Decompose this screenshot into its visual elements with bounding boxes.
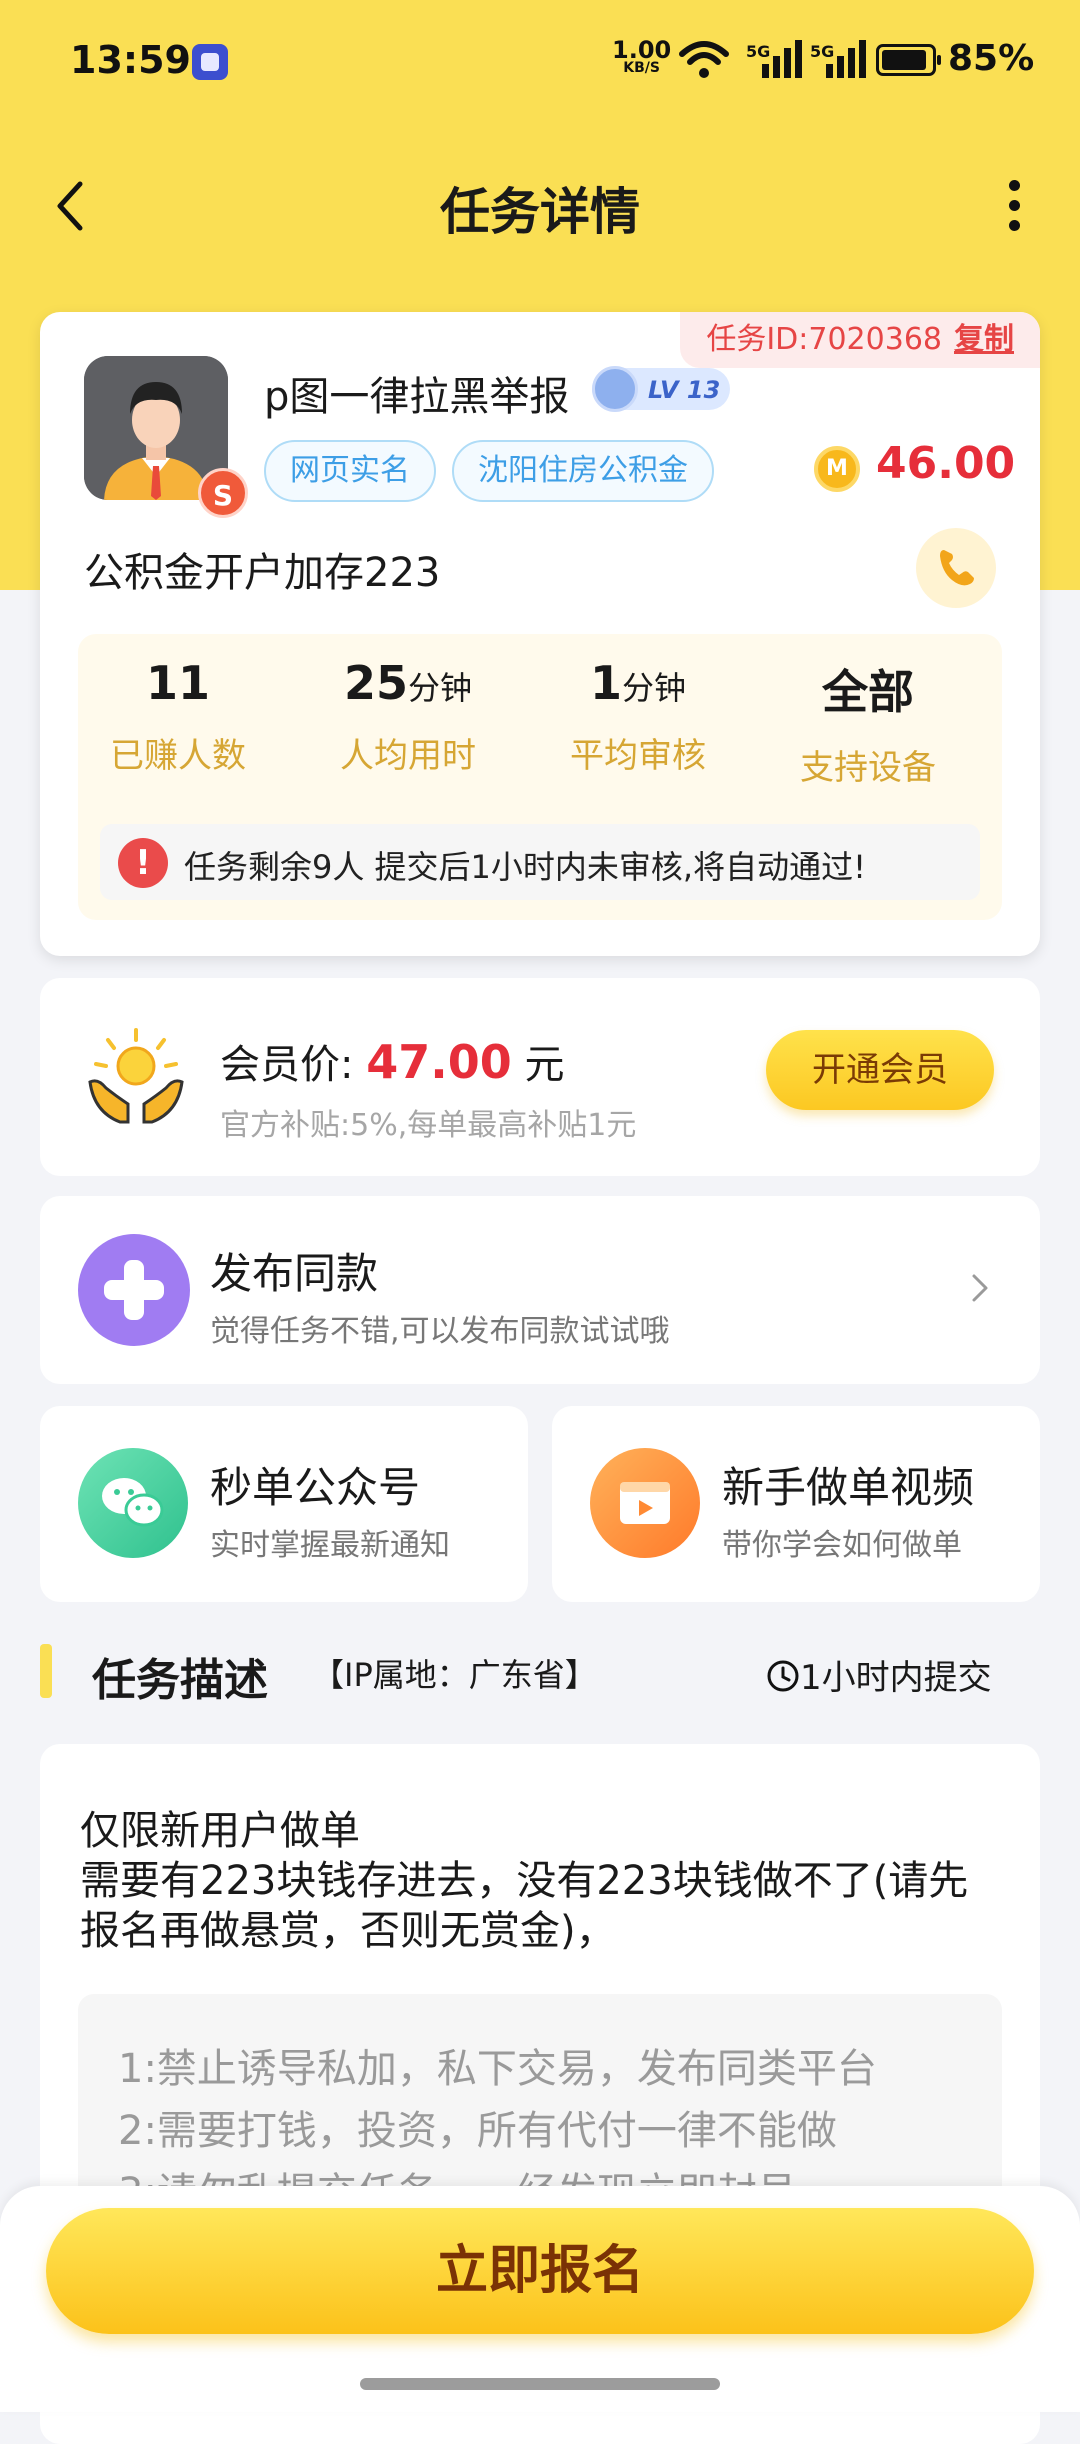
publish-same-card[interactable]: 发布同款 觉得任务不错,可以发布同款试试哦 [40, 1196, 1040, 1384]
description-title: 任务描述 [92, 1655, 268, 1706]
stat-unit: 分钟 [622, 669, 687, 707]
battery-percent: 85% [948, 38, 1035, 79]
status-bar: 13:59 1.00 KB/S 5G 5G 85% [0, 0, 1080, 120]
reward-amount: 46.00 [876, 438, 1016, 489]
member-price: 47.00 [366, 1035, 512, 1089]
tag-web-realname: 网页实名 [264, 440, 436, 502]
member-label: 会员价: [220, 1042, 354, 1088]
stat-devices: 全部 支持设备 [768, 656, 968, 789]
stat-avg-time: 25分钟 人均用时 [308, 656, 508, 777]
task-id: 任务ID:7020368 [706, 322, 942, 357]
signal-bars-1-icon [762, 38, 802, 78]
status-time: 13:59 [70, 38, 191, 82]
task-id-badge: 任务ID:7020368 复制 [680, 312, 1040, 368]
stat-value: 11 [145, 656, 210, 710]
stat-earned-count: 11 已赚人数 [78, 656, 278, 777]
submit-deadline: 1小时内提交 [766, 1650, 992, 1699]
publish-title: 发布同款 [210, 1249, 379, 1298]
stat-label: 支持设备 [800, 748, 936, 788]
warning-icon: ! [118, 838, 168, 888]
coin-icon: M [814, 446, 860, 492]
stat-label: 平均审核 [570, 736, 706, 776]
wechat-title: 秒单公众号 [210, 1463, 421, 1512]
wechat-account-card[interactable]: 秒单公众号 实时掌握最新通知 [40, 1406, 528, 1602]
phone-call-button[interactable] [916, 528, 996, 608]
rule-item: 1:禁止诱导私加，私下交易，发布同类平台 [118, 2046, 877, 2092]
video-subtitle: 带你学会如何做单 [722, 1528, 962, 1563]
section-accent-bar [40, 1644, 52, 1698]
app-notification-icon [192, 44, 228, 80]
stat-avg-review: 1分钟 平均审核 [538, 656, 738, 777]
stat-label: 已赚人数 [110, 736, 246, 776]
rule-item: 2:需要打钱，投资，所有代付一律不能做 [118, 2108, 837, 2154]
stat-label: 人均用时 [340, 736, 476, 776]
member-price-card: 会员价: 47.00 元 官方补贴:5%,每单最高补贴1元 开通会员 [40, 978, 1040, 1176]
home-indicator [360, 2378, 720, 2390]
plus-icon [78, 1234, 190, 1346]
task-info-card: 任务ID:7020368 复制 S p图一律拉黑举报 LV 13 网页实名 沈阳住… [40, 312, 1040, 956]
member-price-unit: 元 [524, 1042, 565, 1088]
publish-subtitle: 觉得任务不错,可以发布同款试试哦 [210, 1314, 670, 1349]
stat-value: 1 [589, 656, 622, 710]
wifi-icon [679, 41, 729, 78]
open-membership-button[interactable]: 开通会员 [766, 1030, 994, 1110]
battery-icon [876, 44, 941, 76]
vip-s-badge-icon: S [198, 468, 248, 518]
copy-id-link[interactable]: 复制 [954, 322, 1014, 357]
page-title: 任务详情 [440, 183, 640, 241]
task-title: 公积金开户加存223 [84, 550, 441, 596]
video-title: 新手做单视频 [722, 1463, 975, 1512]
clock-icon [767, 1660, 799, 1692]
ip-location: 【IP属地：广东省】 [312, 1656, 597, 1694]
stat-value: 全部 [822, 665, 914, 719]
notice-text: 任务剩余9人 提交后1小时内未审核,将自动通过! [184, 848, 866, 886]
deadline-text: 1小时内提交 [800, 1658, 992, 1698]
signup-now-button[interactable]: 立即报名 [46, 2208, 1034, 2334]
hands-coin-icon [88, 1028, 184, 1124]
description-text: 仅限新用户做单 需要有223块钱存进去，没有223块钱做不了(请先报名再做悬赏，… [80, 1808, 969, 1954]
tag-provident-fund: 沈阳住房公积金 [452, 440, 714, 502]
member-price-row: 会员价: 47.00 元 [220, 1032, 564, 1090]
chevron-right-icon [972, 1274, 988, 1302]
stat-unit: 分钟 [408, 669, 473, 707]
phone-icon [940, 550, 974, 586]
wechat-icon [78, 1448, 188, 1558]
level-medal-icon [592, 366, 638, 412]
tutorial-video-card[interactable]: 新手做单视频 带你学会如何做单 [552, 1406, 1040, 1602]
task-stats-panel: 11 已赚人数 25分钟 人均用时 1分钟 平均审核 全部 支持设备 ! 任务剩… [78, 634, 1002, 920]
signal-bars-2-icon [826, 38, 866, 78]
stat-value: 25 [343, 656, 408, 710]
wechat-subtitle: 实时掌握最新通知 [210, 1528, 450, 1563]
network-speed: 1.00 KB/S [612, 38, 671, 76]
member-subsidy: 官方补贴:5%,每单最高补贴1元 [220, 1108, 637, 1143]
level-text: LV 13 [648, 376, 721, 404]
publisher-name: p图一律拉黑举报 [264, 374, 570, 420]
more-menu-icon[interactable] [990, 176, 1038, 236]
task-notice: ! 任务剩余9人 提交后1小时内未审核,将自动通过! [100, 824, 980, 900]
video-icon [590, 1448, 700, 1558]
level-badge: LV 13 [592, 366, 730, 412]
